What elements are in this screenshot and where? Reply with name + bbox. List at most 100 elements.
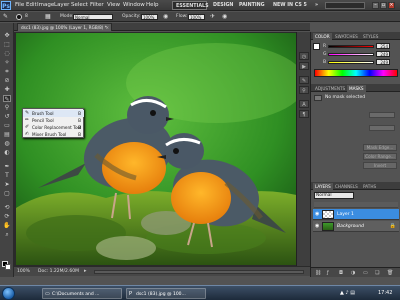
workspace-painting[interactable]: PAINTING bbox=[236, 1, 268, 10]
flow-field[interactable]: 100% bbox=[188, 14, 205, 20]
quick-select-tool-icon[interactable]: ✧ bbox=[3, 59, 11, 66]
tray-icons[interactable]: ▲ ♪ ▤ bbox=[340, 290, 355, 296]
red-slider[interactable] bbox=[328, 45, 374, 48]
workspace-more[interactable]: » bbox=[312, 1, 321, 10]
3d-rotate-tool-icon[interactable]: ⟲ bbox=[3, 204, 11, 211]
shape-tool-icon[interactable]: ▢ bbox=[3, 190, 11, 197]
hand-tool-icon[interactable]: ✋ bbox=[3, 222, 11, 229]
pen-tool-icon[interactable]: ✒ bbox=[3, 163, 11, 170]
3d-camera-tool-icon[interactable]: ⟳ bbox=[3, 213, 11, 220]
new-layer-icon[interactable]: ❏ bbox=[375, 270, 379, 276]
opacity-field[interactable]: 100% bbox=[141, 14, 158, 20]
menu-edit[interactable]: Edit bbox=[26, 2, 37, 9]
document-image[interactable] bbox=[16, 33, 308, 265]
paragraph-panel-icon[interactable]: ¶ bbox=[299, 110, 309, 118]
menu-image[interactable]: Image bbox=[37, 2, 54, 9]
eye-icon[interactable]: ◉ bbox=[315, 212, 320, 217]
gradient-tool-icon[interactable]: ▤ bbox=[3, 131, 11, 138]
menu-filter[interactable]: Filter bbox=[90, 2, 104, 9]
brush-tool-icon[interactable]: ✎ bbox=[3, 95, 11, 103]
start-button[interactable] bbox=[2, 287, 15, 300]
layer-row-layer-1[interactable]: ◉ Layer 1 bbox=[313, 209, 399, 220]
flyout-color-replacement-tool[interactable]: ✐ Color Replacement Tool B bbox=[23, 124, 84, 131]
brush-panel-icon[interactable]: ✎ bbox=[299, 76, 309, 84]
layer-row-background[interactable]: ◉ Background 🔒 bbox=[313, 221, 399, 232]
brush-preview-icon[interactable] bbox=[16, 14, 22, 20]
color-spectrum[interactable] bbox=[314, 69, 398, 77]
tab-color[interactable]: COLOR bbox=[313, 33, 332, 40]
eyedropper-tool-icon[interactable]: ⊘ bbox=[3, 77, 11, 84]
history-panel-icon[interactable]: ◷ bbox=[299, 52, 309, 60]
flyout-pencil-tool[interactable]: ✏ Pencil Tool B bbox=[23, 117, 84, 124]
actions-panel-icon[interactable]: ▶ bbox=[299, 62, 309, 70]
history-brush-tool-icon[interactable]: ↺ bbox=[3, 113, 11, 120]
menu-view[interactable]: View bbox=[107, 2, 120, 9]
background-color-swatch[interactable] bbox=[5, 264, 11, 270]
clock[interactable]: 17:42 bbox=[378, 290, 392, 296]
zoom-tool-icon[interactable]: ⌕ bbox=[3, 231, 11, 238]
blue-slider[interactable] bbox=[328, 61, 374, 64]
flyout-mixer-brush-tool[interactable]: ✍ Mixer Brush Tool B bbox=[23, 131, 84, 138]
minimize-icon[interactable]: – bbox=[372, 2, 379, 9]
trash-icon[interactable]: 🗑 bbox=[387, 270, 393, 276]
clone-stamp-tool-icon[interactable]: ⚲ bbox=[3, 104, 11, 111]
tab-layers[interactable]: LAYERS bbox=[313, 183, 333, 190]
workspace-essentials[interactable]: ESSENTIALS bbox=[172, 1, 209, 10]
canvas-area[interactable] bbox=[14, 32, 310, 266]
type-tool-icon[interactable]: T bbox=[3, 172, 11, 179]
zoom-level[interactable]: 100% bbox=[17, 269, 30, 274]
marquee-tool-icon[interactable]: ⬚ bbox=[3, 41, 11, 48]
mode-select[interactable]: Normal bbox=[73, 14, 113, 20]
link-layers-icon[interactable]: ⛓ bbox=[315, 270, 321, 276]
eye-icon[interactable]: ◉ bbox=[315, 224, 320, 229]
clone-source-panel-icon[interactable]: ⚲ bbox=[299, 86, 309, 94]
restore-icon[interactable]: ▫ bbox=[380, 2, 387, 9]
tab-channels[interactable]: CHANNELS bbox=[333, 183, 360, 190]
crop-tool-icon[interactable]: ⌗ bbox=[3, 68, 11, 75]
close-icon[interactable]: × bbox=[388, 2, 395, 9]
brush-panel-icon[interactable]: ▦ bbox=[45, 14, 51, 20]
color-panel-fg-swatch[interactable] bbox=[313, 43, 320, 50]
lasso-tool-icon[interactable]: ◌ bbox=[3, 50, 11, 57]
pressure-opacity-icon[interactable]: ◉ bbox=[163, 14, 168, 20]
document-tab[interactable]: dsc1 (83).jpg @ 100% (Layer 1, RGB/8) * … bbox=[17, 23, 112, 31]
menu-file[interactable]: File bbox=[15, 2, 24, 9]
character-panel-icon[interactable]: A bbox=[299, 100, 309, 108]
brush-size[interactable]: 8 bbox=[25, 14, 28, 20]
fx-icon[interactable]: ƒ bbox=[327, 270, 329, 276]
flyout-brush-tool[interactable]: ✎ Brush Tool B bbox=[23, 110, 84, 117]
adjustment-layer-icon[interactable]: ◑ bbox=[351, 270, 355, 276]
taskbar-explorer[interactable]: ▭ C:\Documents and ... bbox=[42, 288, 122, 299]
add-mask-icon[interactable]: ◘ bbox=[339, 270, 343, 276]
move-tool-icon[interactable]: ✥ bbox=[3, 32, 11, 39]
workspace-design[interactable]: DESIGN bbox=[210, 1, 236, 10]
menu-window[interactable]: Window bbox=[123, 2, 145, 9]
search-field[interactable] bbox=[325, 2, 365, 9]
tab-masks[interactable]: MASKS bbox=[347, 85, 366, 92]
healing-brush-tool-icon[interactable]: ✚ bbox=[3, 86, 11, 93]
blend-mode-select[interactable]: Normal bbox=[314, 192, 354, 199]
folder-icon[interactable]: ▭ bbox=[363, 270, 368, 276]
eraser-tool-icon[interactable]: ▭ bbox=[3, 122, 11, 129]
blue-value[interactable]: 249 bbox=[376, 59, 390, 65]
airbrush-icon[interactable]: ✈ bbox=[210, 14, 215, 20]
menu-layer[interactable]: Layer bbox=[54, 2, 69, 9]
tab-paths[interactable]: PATHS bbox=[361, 183, 378, 190]
green-slider[interactable] bbox=[328, 53, 374, 56]
close-tab-icon[interactable]: × bbox=[105, 24, 109, 31]
workspace-new-in-cs5[interactable]: NEW IN CS 5 bbox=[270, 1, 310, 10]
menu-help[interactable]: Help bbox=[146, 2, 159, 9]
taskbar-photoshop[interactable]: P dsc1 (83).jpg @ 100... bbox=[126, 288, 206, 299]
tab-swatches[interactable]: SWATCHES bbox=[333, 33, 360, 40]
dodge-tool-icon[interactable]: ◐ bbox=[3, 149, 11, 156]
horizontal-scrollbar[interactable] bbox=[94, 270, 304, 274]
path-select-tool-icon[interactable]: ➤ bbox=[3, 181, 11, 188]
tab-styles[interactable]: STYLES bbox=[361, 33, 380, 40]
blur-tool-icon[interactable]: ◍ bbox=[3, 140, 11, 147]
pressure-size-icon[interactable]: ◉ bbox=[222, 14, 227, 20]
green-value[interactable]: 249 bbox=[376, 51, 390, 57]
tab-adjustments[interactable]: ADJUSTMENTS bbox=[313, 85, 347, 92]
red-value[interactable]: 254 bbox=[376, 43, 390, 49]
menu-select[interactable]: Select bbox=[71, 2, 88, 9]
status-arrow-icon[interactable]: ▸ bbox=[84, 268, 87, 274]
